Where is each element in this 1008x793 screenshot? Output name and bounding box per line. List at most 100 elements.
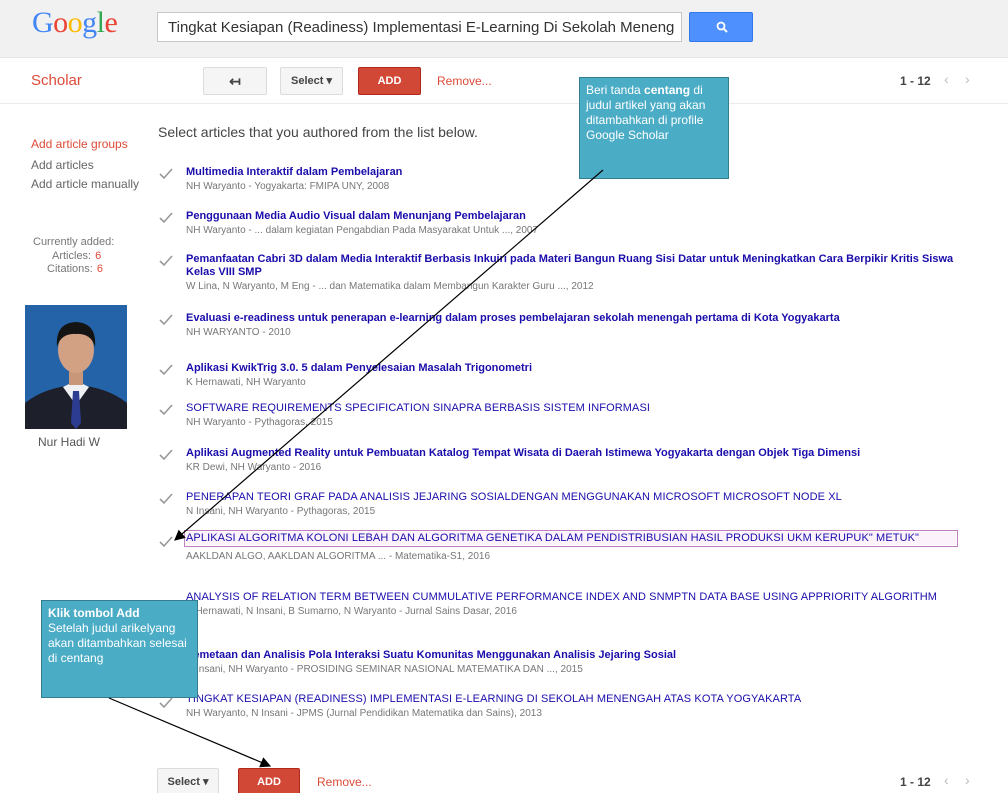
callout-add-instruction: Klik tombol Add Setelah judul arikelyang… — [41, 600, 198, 698]
checkbox-article-12[interactable] — [159, 697, 173, 709]
callout-bold-text: Klik tombol Add — [48, 606, 140, 620]
checkbox-article-2[interactable] — [159, 212, 173, 224]
checkbox-article-6[interactable] — [159, 404, 173, 416]
citations-count: Citations: 6 — [47, 263, 103, 275]
list-item: APLIKASI ALGORITMA KOLONI LEBAH DAN ALGO… — [184, 530, 958, 563]
article-title[interactable]: Evaluasi e-readiness untuk penerapan e-l… — [186, 312, 956, 325]
list-item: Penggunaan Media Audio Visual dalam Menu… — [186, 210, 956, 237]
article-title[interactable]: Multimedia Interaktif dalam Pembelajaran — [186, 166, 956, 179]
article-title-selected[interactable]: APLIKASI ALGORITMA KOLONI LEBAH DAN ALGO… — [184, 530, 958, 547]
checkmark-icon — [159, 364, 173, 376]
sidebar-item-add-articles[interactable]: Add articles — [31, 158, 94, 172]
checkbox-article-3[interactable] — [159, 255, 173, 267]
article-meta: NH Waryanto - Yogyakarta: FMIPA UNY, 200… — [186, 181, 390, 192]
article-title[interactable]: SOFTWARE REQUIREMENTS SPECIFICATION SINA… — [186, 402, 956, 415]
article-title[interactable]: Penggunaan Media Audio Visual dalam Menu… — [186, 210, 956, 223]
article-title[interactable]: Aplikasi Augmented Reality untuk Pembuat… — [186, 447, 956, 460]
profile-photo — [25, 305, 127, 429]
citations-value: 6 — [96, 263, 103, 275]
callout-text: Setelah judul arikelyang akan ditambahka… — [48, 621, 187, 665]
checkmark-icon — [159, 314, 173, 326]
list-item: Aplikasi Augmented Reality untuk Pembuat… — [186, 447, 956, 474]
add-button[interactable]: ADD — [358, 67, 421, 95]
list-item: Pemanfaatan Cabri 3D dalam Media Interak… — [186, 253, 956, 293]
logo-letter: o — [53, 6, 68, 39]
checkbox-article-5[interactable] — [159, 364, 173, 376]
article-title[interactable]: PENERAPAN TEORI GRAF PADA ANALISIS JEJAR… — [186, 491, 956, 504]
checkmark-icon — [159, 255, 173, 267]
list-item: TINGKAT KESIAPAN (READINESS) IMPLEMENTAS… — [186, 693, 956, 720]
sidebar-item-add-article-groups[interactable]: Add article groups — [31, 137, 128, 151]
article-title[interactable]: Pemanfaatan Cabri 3D dalam Media Interak… — [186, 253, 956, 279]
list-item: PENERAPAN TEORI GRAF PADA ANALISIS JEJAR… — [186, 491, 956, 518]
list-item: Aplikasi KwikTrig 3.0. 5 dalam Penyelesa… — [186, 362, 956, 389]
logo-letter: e — [104, 6, 118, 39]
search-icon — [716, 21, 728, 33]
checkmark-icon — [159, 449, 173, 461]
article-meta: KR Dewi, NH Waryanto - 2016 — [186, 462, 322, 473]
checkmark-icon — [159, 493, 173, 505]
checkmark-icon — [159, 697, 173, 709]
article-meta: NH Waryanto - ... dalam kegiatan Pengabd… — [186, 225, 539, 236]
articles-label: Articles: — [52, 250, 92, 262]
list-item: Pemetaan dan Analisis Pola Interaksi Sua… — [186, 649, 956, 676]
sidebar-item-add-article-manually[interactable]: Add article manually — [31, 177, 139, 191]
prev-page-icon[interactable]: ‹ — [944, 71, 949, 87]
back-button[interactable]: ↤ — [203, 67, 267, 95]
article-meta: NH Waryanto - Pythagoras, 2015 — [186, 417, 333, 428]
remove-link[interactable]: Remove... — [437, 74, 492, 88]
article-title[interactable]: TINGKAT KESIAPAN (READINESS) IMPLEMENTAS… — [186, 693, 956, 706]
checkmark-icon — [159, 168, 173, 180]
callout-bold-text: centang — [644, 83, 691, 97]
checkmark-icon — [159, 212, 173, 224]
top-header: Google Tingkat Kesiapan (Readiness) Impl… — [0, 0, 1008, 58]
logo-letter: G — [32, 6, 54, 39]
checkbox-article-9[interactable] — [159, 536, 173, 548]
page-range: 1 - 12 — [900, 74, 931, 88]
callout-text: Beri tanda — [586, 83, 645, 97]
logo-letter: g — [82, 6, 97, 39]
logo-letter: o — [67, 6, 83, 39]
checkbox-article-7[interactable] — [159, 449, 173, 461]
article-title[interactable]: Pemetaan dan Analisis Pola Interaksi Sua… — [186, 649, 956, 662]
page-range-bottom: 1 - 12 — [900, 775, 931, 789]
callout-check-instruction: Beri tanda centang di judul artikel yang… — [579, 77, 729, 179]
article-title[interactable]: Aplikasi KwikTrig 3.0. 5 dalam Penyelesa… — [186, 362, 956, 375]
list-item: ANALYSIS OF RELATION TERM BETWEEN CUMMUL… — [186, 591, 956, 618]
next-page-icon-bottom[interactable]: › — [965, 772, 970, 788]
select-dropdown[interactable]: Select ▾ — [280, 67, 343, 95]
next-page-icon[interactable]: › — [965, 71, 970, 87]
search-input[interactable]: Tingkat Kesiapan (Readiness) Implementas… — [157, 12, 682, 42]
article-meta: K Hernawati, NH Waryanto — [186, 377, 306, 388]
scholar-label[interactable]: Scholar — [31, 72, 82, 89]
list-item: Multimedia Interaktif dalam Pembelajaran… — [186, 166, 956, 193]
articles-value: 6 — [95, 250, 102, 262]
article-meta: K Hernawati, N Insani, B Sumarno, N Wary… — [186, 606, 517, 617]
avatar — [25, 305, 127, 429]
currently-added-label: Currently added: — [33, 236, 115, 248]
checkmark-icon — [159, 404, 173, 416]
checkbox-article-8[interactable] — [159, 493, 173, 505]
article-meta: NH Waryanto, N Insani - JPMS (Jurnal Pen… — [186, 708, 542, 719]
remove-link-bottom[interactable]: Remove... — [317, 775, 372, 789]
list-item: Evaluasi e-readiness untuk penerapan e-l… — [186, 312, 956, 339]
toolbar: Scholar ↤ Select ▾ ADD Remove... 1 - 12 … — [0, 59, 1008, 104]
add-button-bottom[interactable]: ADD — [238, 768, 300, 793]
articles-count: Articles: 6 — [52, 250, 101, 262]
back-arrow-icon: ↤ — [229, 73, 241, 89]
article-meta: W Lina, N Waryanto, M Eng - ... dan Mate… — [186, 281, 594, 292]
article-meta: AAKLDAN ALGO, AAKLDAN ALGORITMA ... - Ma… — [186, 551, 491, 562]
citations-label: Citations: — [47, 263, 93, 275]
profile-name: Nur Hadi W — [38, 435, 101, 449]
search-button[interactable] — [689, 12, 753, 42]
google-logo[interactable]: Google — [32, 6, 118, 40]
checkmark-icon — [159, 536, 173, 548]
article-meta: NH WARYANTO - 2010 — [186, 327, 291, 338]
checkbox-article-4[interactable] — [159, 314, 173, 326]
checkbox-article-1[interactable] — [159, 168, 173, 180]
prev-page-icon-bottom[interactable]: ‹ — [944, 772, 949, 788]
select-dropdown-bottom[interactable]: Select ▾ — [157, 768, 219, 793]
article-title[interactable]: ANALYSIS OF RELATION TERM BETWEEN CUMMUL… — [186, 591, 956, 604]
list-item: SOFTWARE REQUIREMENTS SPECIFICATION SINA… — [186, 402, 956, 429]
article-meta: N Insani, NH Waryanto - Pythagoras, 2015 — [186, 506, 376, 517]
